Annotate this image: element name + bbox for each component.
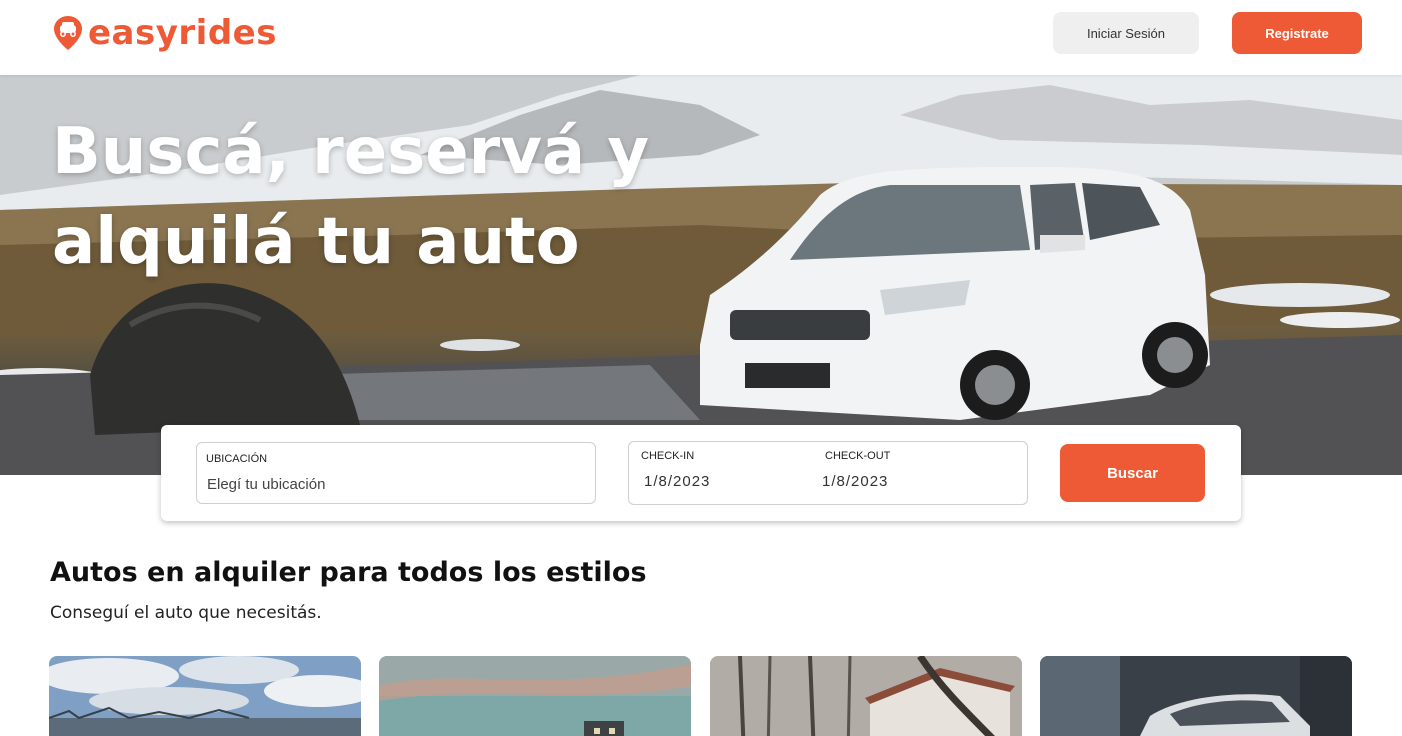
checkout-label: CHECK-OUT	[825, 450, 891, 462]
checkout-date-input[interactable]: 1/8/2023	[822, 473, 888, 490]
register-button[interactable]: Registrate	[1232, 12, 1362, 54]
login-button[interactable]: Iniciar Sesión	[1053, 12, 1199, 54]
logo-text: easyrides	[88, 13, 277, 53]
header: easyrides Iniciar Sesión Registrate	[0, 0, 1402, 75]
category-card[interactable]	[710, 656, 1022, 736]
section-title: Autos en alquiler para todos los estilos	[50, 557, 647, 588]
sunset-city-photo	[379, 656, 691, 736]
pin-car-icon	[54, 16, 82, 50]
car-street-photo	[1040, 656, 1352, 736]
category-card[interactable]	[379, 656, 691, 736]
location-input[interactable]	[207, 473, 577, 495]
search-button[interactable]: Buscar	[1060, 444, 1205, 502]
dates-field[interactable]: CHECK-IN CHECK-OUT 1/8/2023 1/8/2023	[628, 441, 1028, 505]
checkin-date-input[interactable]: 1/8/2023	[644, 473, 710, 490]
checkin-label: CHECK-IN	[641, 450, 695, 462]
cloudy-sky-field-photo	[49, 656, 361, 736]
hero-banner: Buscá, reservá y alquilá tu auto	[0, 75, 1402, 475]
section-subtitle: Conseguí el auto que necesitás.	[50, 603, 322, 623]
category-card[interactable]	[1040, 656, 1352, 736]
forest-house-photo	[710, 656, 1022, 736]
hero-title: Buscá, reservá y alquilá tu auto	[52, 115, 650, 279]
category-card[interactable]	[49, 656, 361, 736]
search-form: UBICACIÓN CHECK-IN CHECK-OUT 1/8/2023 1/…	[161, 425, 1241, 521]
location-label: UBICACIÓN	[206, 453, 268, 465]
logo[interactable]: easyrides	[52, 13, 277, 53]
location-field[interactable]: UBICACIÓN	[196, 442, 596, 504]
